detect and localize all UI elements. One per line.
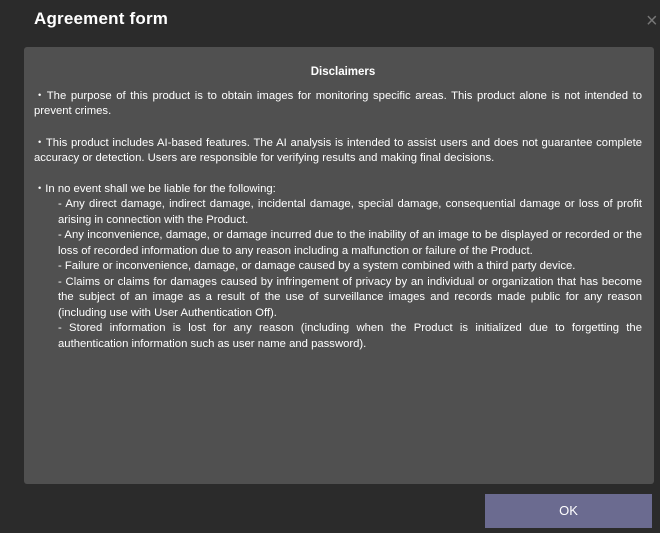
agreement-dialog: Agreement form × Disclaimers ・The purpos…	[0, 0, 660, 533]
liability-item: - Failure or inconvenience, damage, or d…	[58, 260, 576, 272]
disclaimer-text-area: Disclaimers ・The purpose of this product…	[34, 65, 642, 352]
disclaimer-paragraph-purpose: ・The purpose of this product is to obtai…	[34, 89, 642, 118]
close-icon[interactable]: ×	[646, 9, 660, 33]
liability-item: - Stored information is lost for any rea…	[58, 322, 642, 350]
liability-item: - Any direct damage, indirect damage, in…	[58, 198, 642, 226]
disclaimer-paragraph-ai: ・This product includes AI-based features…	[34, 136, 642, 165]
liability-item: - Claims or claims for damages caused by…	[58, 275, 642, 319]
liability-item: - Any inconvenience, damage, or damage i…	[58, 229, 642, 257]
ok-button[interactable]: OK	[485, 494, 652, 528]
dialog-title: Agreement form	[34, 9, 169, 28]
disclaimer-paragraph-liability: ・In no event shall we be liable for the …	[34, 182, 276, 195]
disclaimer-panel: Disclaimers ・The purpose of this product…	[24, 47, 654, 484]
disclaimer-heading: Disclaimers	[310, 66, 376, 78]
